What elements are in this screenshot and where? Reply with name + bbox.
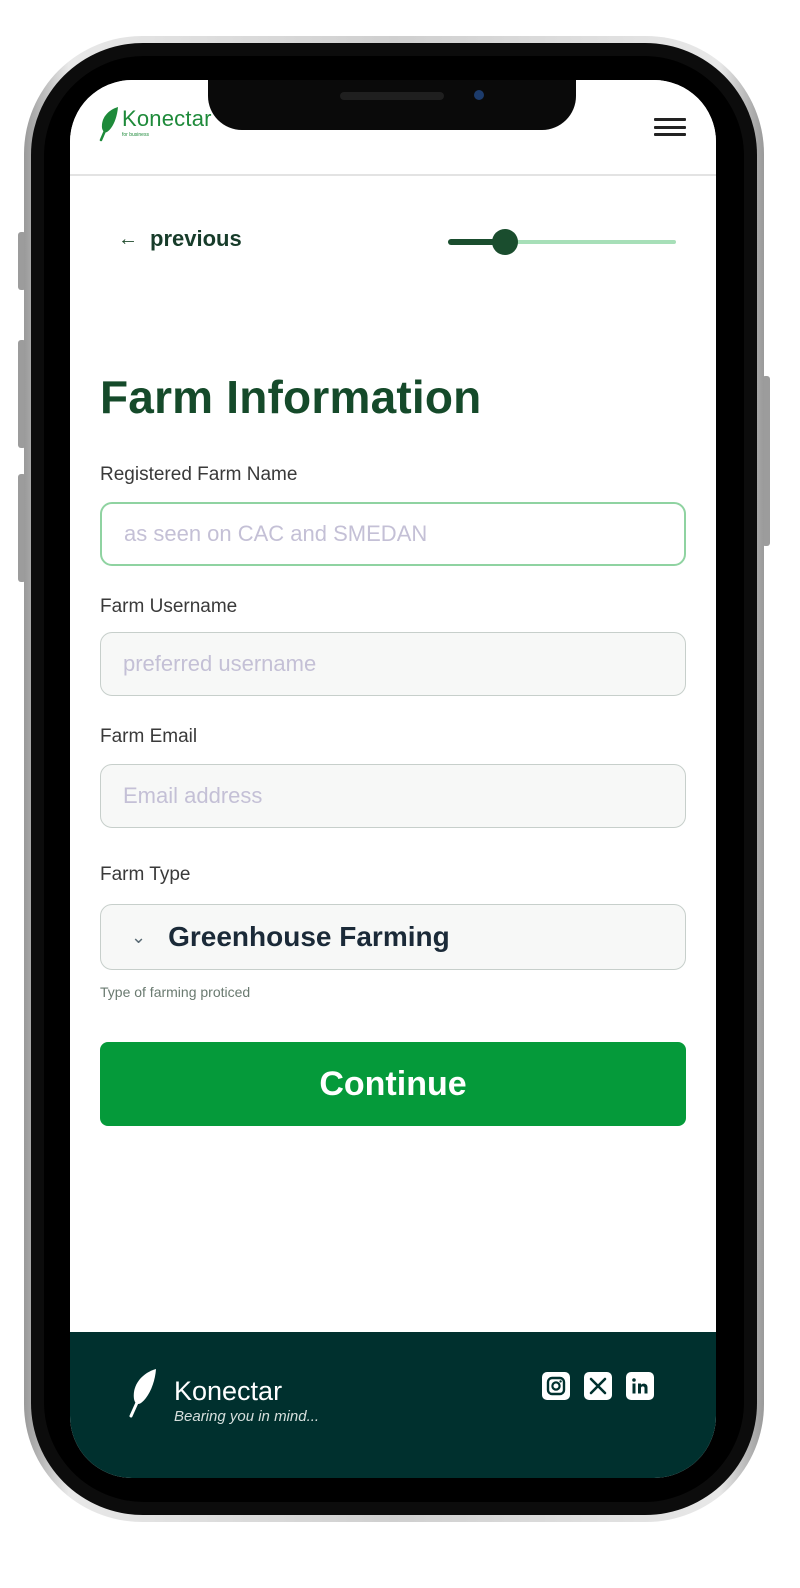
progress-slider <box>448 228 676 256</box>
leaf-logo-icon <box>129 1369 156 1418</box>
phone-screen: Konectar for business ← previous Farm In… <box>70 80 716 1478</box>
farm-username-label: Farm Username <box>100 596 238 617</box>
footer-brand-name: Konectar <box>174 1376 283 1406</box>
logo-subtext: for business <box>122 132 149 138</box>
footer-text-group: Konectar Bearing you in mind... <box>174 1376 319 1425</box>
farm-type-helper-text: Type of farming proticed <box>100 984 251 1000</box>
farm-type-select[interactable]: ⌄ Greenhouse Farming <box>100 904 686 970</box>
footer-brand[interactable]: Konectar Bearing you in mind... <box>128 1368 319 1425</box>
menu-line <box>654 125 686 129</box>
farm-type-label: Farm Type <box>100 864 191 885</box>
phone-mockup: Konectar for business ← previous Farm In… <box>0 0 800 1588</box>
footer-tagline: Bearing you in mind... <box>174 1408 320 1425</box>
hamburger-menu-icon[interactable] <box>654 118 686 136</box>
farm-name-label: Registered Farm Name <box>100 464 298 485</box>
linkedin-icon[interactable] <box>626 1372 654 1400</box>
logo-text-group: Konectar for business <box>122 106 212 138</box>
arrow-left-icon: ← <box>118 228 138 250</box>
farm-email-field[interactable] <box>100 764 686 828</box>
farm-email-input[interactable] <box>121 782 685 810</box>
logo-text: Konectar <box>122 106 212 131</box>
menu-line <box>654 118 686 121</box>
speaker-grille <box>340 92 444 100</box>
page-title: Farm Information <box>100 371 482 423</box>
progress-knob <box>492 229 518 255</box>
farm-type-value: Greenhouse Farming <box>168 921 450 952</box>
x-icon[interactable] <box>584 1372 612 1400</box>
farm-username-field[interactable] <box>100 632 686 696</box>
farm-name-input[interactable] <box>122 520 684 548</box>
farm-username-input[interactable] <box>121 650 685 678</box>
previous-label: previous <box>150 226 242 251</box>
menu-line <box>654 133 686 136</box>
konectar-logo[interactable]: Konectar for business <box>98 106 212 142</box>
social-links <box>542 1372 654 1400</box>
leaf-logo-icon <box>99 107 118 142</box>
farm-name-field[interactable] <box>100 502 686 566</box>
continue-button[interactable]: Continue <box>100 1042 686 1126</box>
chevron-down-icon: ⌄ <box>131 927 147 947</box>
front-camera <box>474 90 484 100</box>
phone-notch <box>208 80 576 130</box>
previous-button[interactable]: ← previous <box>118 226 242 252</box>
farm-email-label: Farm Email <box>100 726 198 747</box>
site-footer: Konectar Bearing you in mind... <box>70 1332 716 1478</box>
step-navigation: ← previous <box>70 220 716 264</box>
instagram-icon[interactable] <box>542 1372 570 1400</box>
